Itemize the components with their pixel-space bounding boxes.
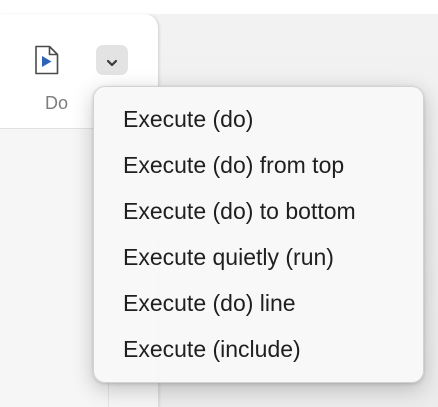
do-button-label: Do	[45, 93, 69, 113]
menu-item-execute-line[interactable]: Execute (do) line	[94, 280, 423, 326]
run-document-icon[interactable]	[33, 45, 59, 75]
menu-item-execute-include[interactable]: Execute (include)	[94, 326, 423, 372]
menu-item-execute-do[interactable]: Execute (do)	[94, 96, 423, 142]
do-options-dropdown-button[interactable]	[96, 45, 128, 75]
chevron-down-icon	[105, 55, 119, 67]
menu-item-execute-from-top[interactable]: Execute (do) from top	[94, 142, 423, 188]
menu-item-execute-quietly-run[interactable]: Execute quietly (run)	[94, 234, 423, 280]
menu-item-execute-to-bottom[interactable]: Execute (do) to bottom	[94, 188, 423, 234]
window-top-strip	[0, 0, 438, 14]
do-options-menu: Execute (do) Execute (do) from top Execu…	[93, 86, 424, 383]
